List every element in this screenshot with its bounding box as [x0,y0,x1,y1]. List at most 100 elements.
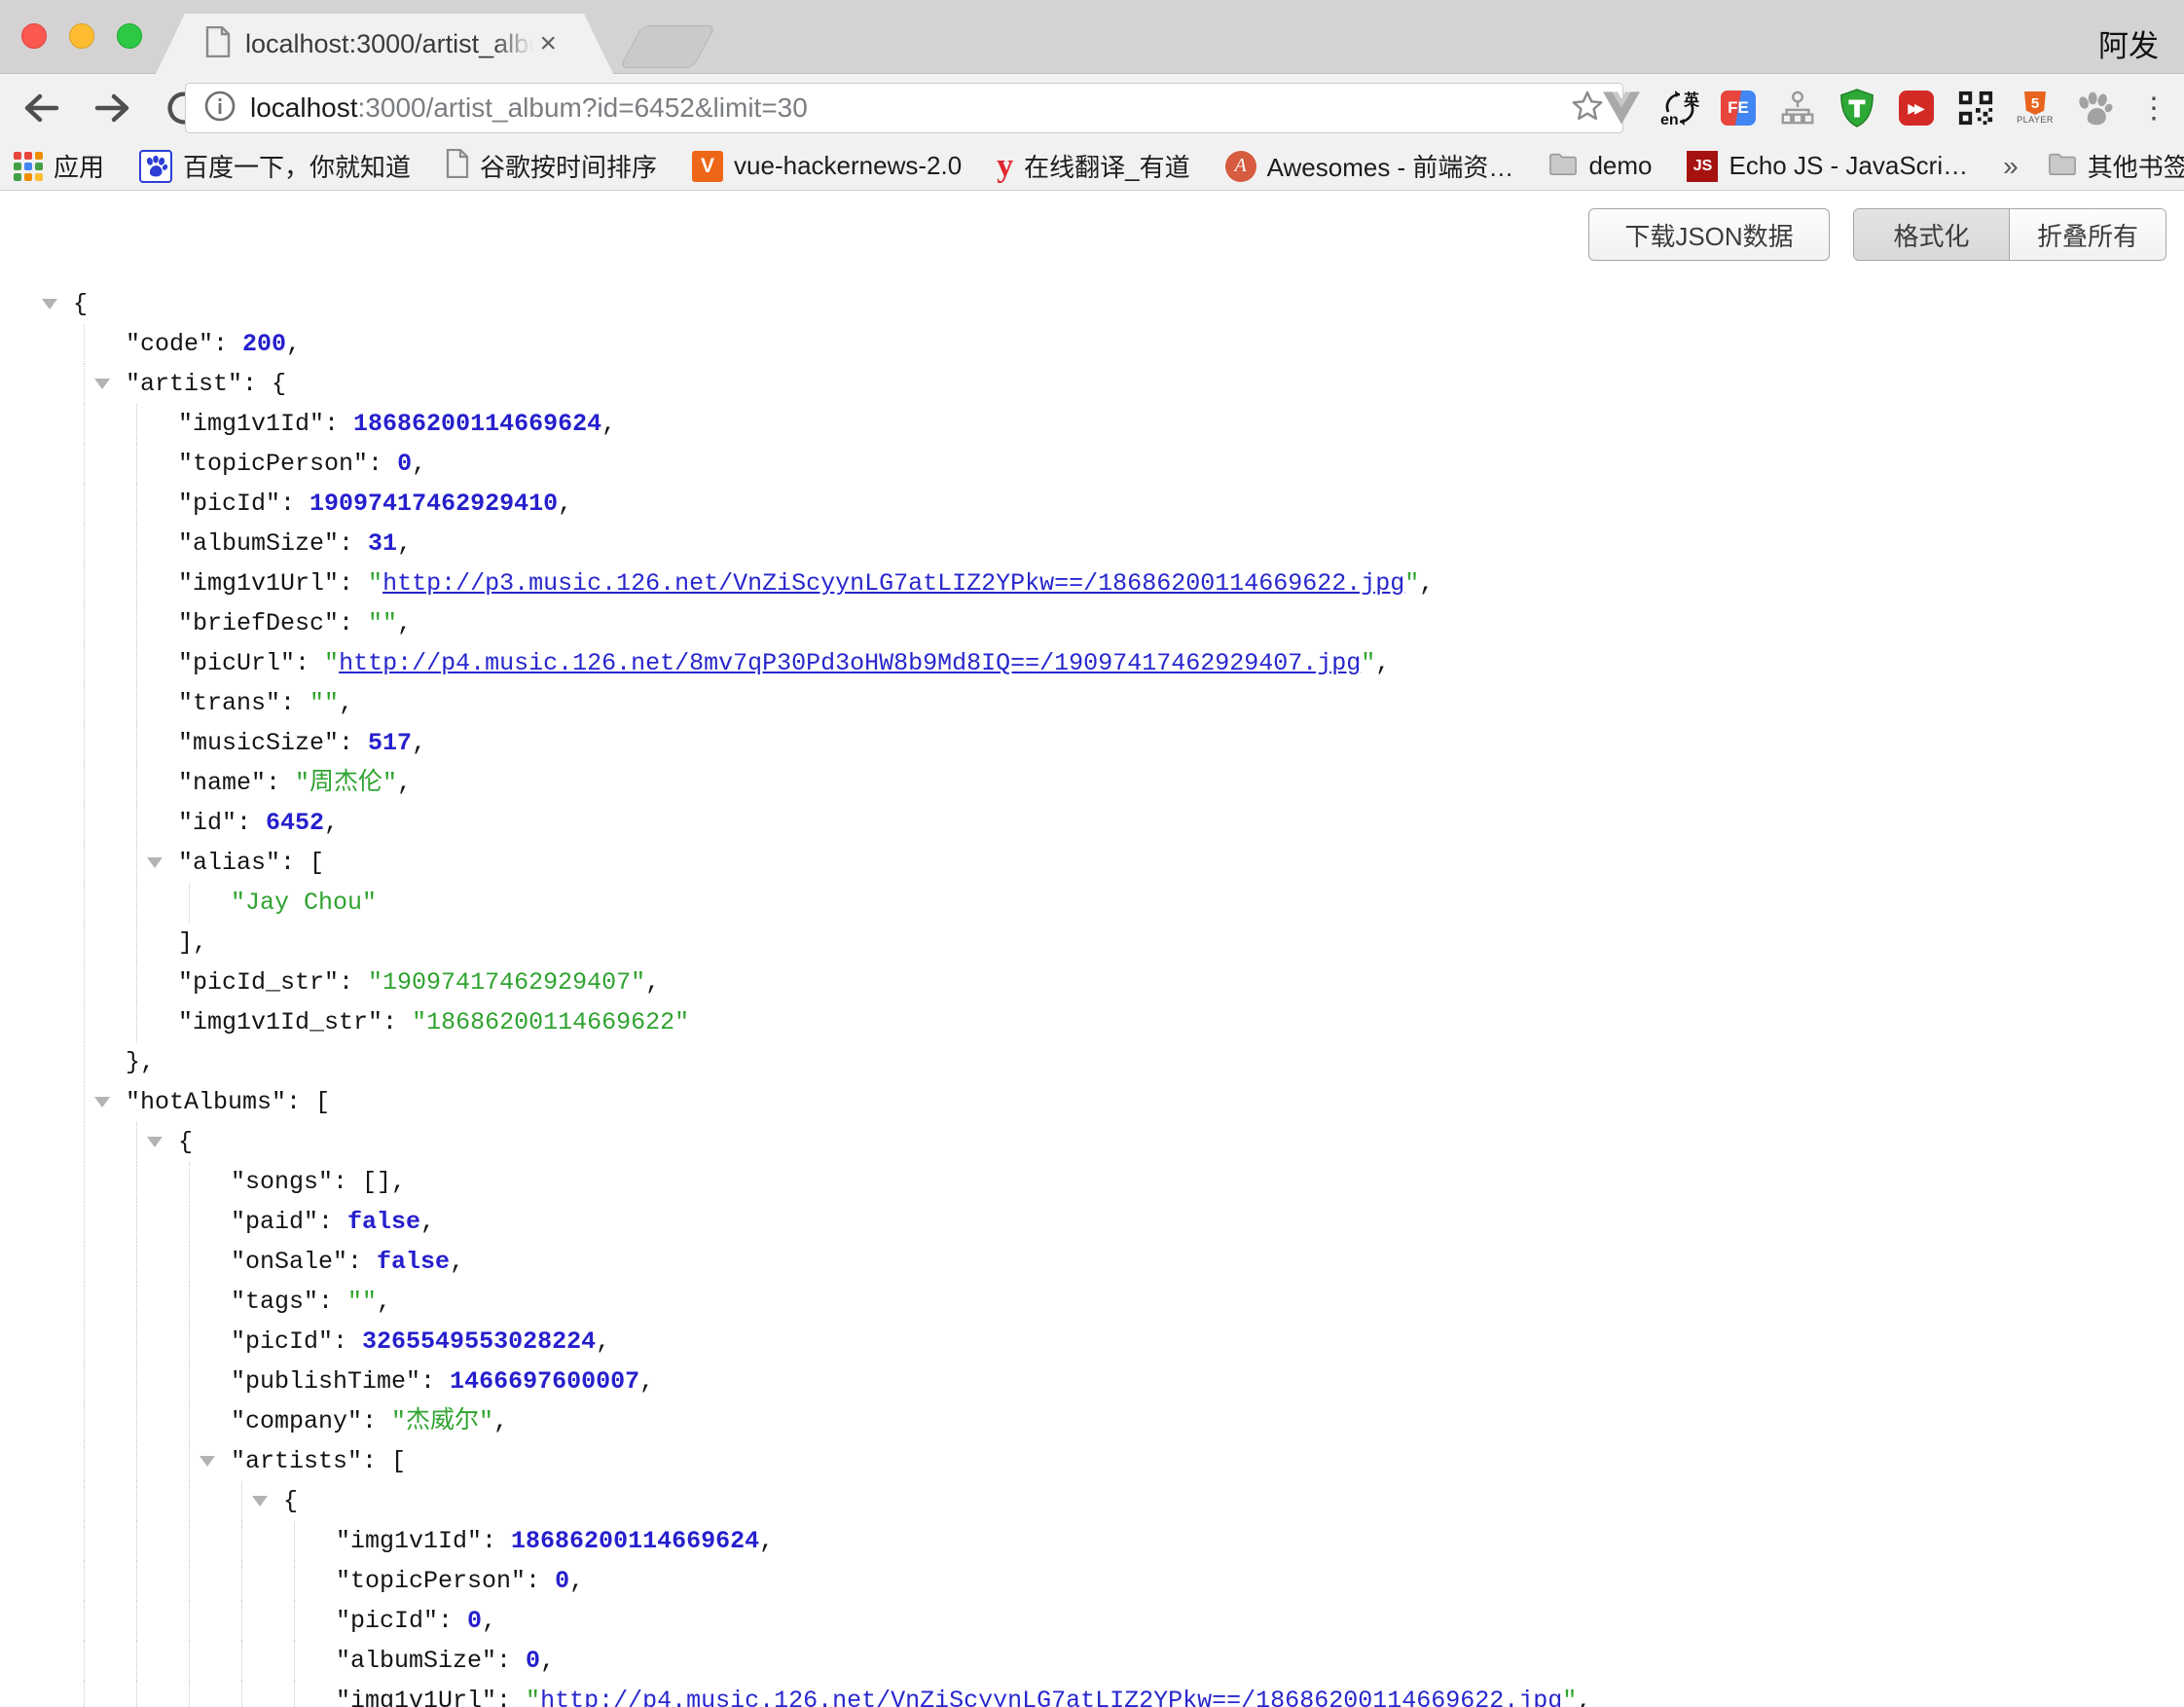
browser-window: localhost:3000/artist_album?id × 阿发 loca… [0,0,2184,1707]
fast-play-icon[interactable]: ▶▶ [1896,86,1937,130]
indent-guide [84,1641,85,1681]
json-punctuation: , [286,330,301,358]
collapse-triangle-icon[interactable] [42,299,57,309]
bookmark-youdao-translate[interactable]: y 在线翻译_有道 [997,148,1189,184]
json-line: "albumSize": 31, [0,524,2184,563]
tab-close-icon[interactable]: × [539,29,557,58]
bookmark-star-icon[interactable] [1570,89,1605,128]
json-punctuation: : [295,649,324,677]
indent-guide [189,1601,190,1641]
json-punctuation: , [493,1407,508,1435]
url-host: localhost [250,92,358,123]
json-punctuation: : [382,1008,412,1036]
indent-guide [241,1521,242,1561]
indent-guide [84,324,85,364]
json-punctuation: : [347,1248,377,1276]
chrome-menu-icon[interactable]: ⋮ [2133,86,2174,130]
collapse-all-button[interactable]: 折叠所有 [2010,209,2166,260]
indent-guide [84,1481,85,1521]
json-punctuation: }, [126,1048,155,1076]
bookmark-echojs[interactable]: JS Echo JS - JavaScri… [1687,151,1968,182]
tampermonkey-icon[interactable] [1837,86,1877,130]
json-punctuation: , [377,1288,391,1316]
bookmark-baidu[interactable]: 百度一下，你就知道 [139,148,411,184]
vue-devtools-icon[interactable] [1601,86,1642,130]
json-string: "" [347,1288,377,1316]
indent-guide [189,1681,190,1707]
json-line: "picId": 3265549553028224, [0,1322,2184,1362]
paw-extension-icon[interactable] [2074,86,2115,130]
indent-guide [84,1122,85,1162]
back-button[interactable] [18,85,64,131]
indent-guide [84,1242,85,1282]
json-line: "hotAlbums": [ [0,1082,2184,1122]
fe-extension-icon[interactable]: FE [1718,86,1759,130]
collapse-triangle-icon[interactable] [147,857,163,868]
forward-button[interactable] [90,85,136,131]
json-punctuation: { [178,1128,193,1156]
json-key: "picId" [231,1327,333,1356]
bookmark-google-sort[interactable]: 谷歌按时间排序 [446,148,657,184]
json-punctuation: , [412,729,426,757]
indent-guide [136,1481,137,1521]
collapse-triangle-icon[interactable] [94,379,110,389]
json-number: 18686200114669624 [353,410,601,438]
traffic-lights [21,23,142,49]
json-url-link[interactable]: http://p4.music.126.net/8mv7qP30Pd3oHW8b… [339,649,1361,677]
qr-code-icon[interactable] [1955,86,1996,130]
bookmarks-overflow-icon[interactable]: » [2003,151,2019,182]
indent-guide [84,923,85,962]
json-actions: 下载JSON数据 格式化 折叠所有 [1588,208,2166,261]
json-url-link[interactable]: http://p4.music.126.net/VnZiScyynLG7atLI… [540,1687,1562,1707]
translate-icon[interactable]: 英 en [1660,87,1699,129]
json-punctuation: ], [178,928,207,957]
format-button[interactable]: 格式化 [1854,209,2010,260]
json-key: "musicSize" [178,729,339,757]
tab-bar: localhost:3000/artist_album?id × 阿发 [0,0,2184,74]
vue-icon: V [692,151,723,182]
json-quote: " [368,569,382,598]
json-line: "publishTime": 1466697600007, [0,1362,2184,1401]
collapse-triangle-icon[interactable] [200,1456,215,1467]
address-bar[interactable]: localhost:3000/artist_album?id=6452&limi… [185,83,1623,133]
bookmark-apps[interactable]: 应用 [14,148,104,184]
json-line: "id": 6452, [0,803,2184,843]
json-line: { [0,284,2184,324]
minimize-window-button[interactable] [69,23,94,49]
json-line: "songs": [], [0,1162,2184,1202]
zoom-window-button[interactable] [117,23,142,49]
bookmark-other-folder[interactable]: 其他书签 [2048,148,2184,184]
json-punctuation: : [333,1327,362,1356]
json-url-link[interactable]: http://p3.music.126.net/VnZiScyynLG7atLI… [382,569,1404,598]
json-key: "hotAlbums" [126,1088,286,1116]
indent-guide [189,1162,190,1202]
indent-guide [189,1561,190,1601]
indent-guide [136,1242,137,1282]
indent-guide [84,603,85,643]
browser-tab[interactable]: localhost:3000/artist_album?id × [156,14,613,74]
html5-player-icon[interactable]: 5 PLAYER [2015,86,2056,130]
close-window-button[interactable] [21,23,47,49]
site-info-icon[interactable] [203,90,237,127]
profile-name[interactable]: 阿发 [2098,21,2159,65]
collapse-triangle-icon[interactable] [252,1496,268,1507]
sitemap-icon[interactable] [1777,86,1818,130]
json-punctuation: , [1375,649,1390,677]
json-key: "img1v1Id" [336,1527,482,1555]
collapse-triangle-icon[interactable] [147,1137,163,1147]
new-tab-button[interactable] [619,25,715,68]
json-punctuation: , [639,1367,654,1396]
bookmark-folder-demo[interactable]: demo [1548,151,1652,181]
json-line: "Jay Chou" [0,883,2184,923]
json-line: "picId_str": "19097417462929407", [0,962,2184,1002]
json-punctuation: : [ [286,1088,330,1116]
collapse-triangle-icon[interactable] [94,1097,110,1108]
bookmark-awesomes[interactable]: A Awesomes - 前端资… [1225,148,1514,184]
indent-guide [241,1641,242,1681]
folder-icon [1548,151,1578,181]
indent-guide [189,883,190,923]
download-json-button[interactable]: 下载JSON数据 [1588,208,1830,261]
bookmark-vue-hackernews[interactable]: V vue-hackernews-2.0 [692,151,962,182]
json-key: "alias" [178,849,280,877]
indent-guide [136,1601,137,1641]
